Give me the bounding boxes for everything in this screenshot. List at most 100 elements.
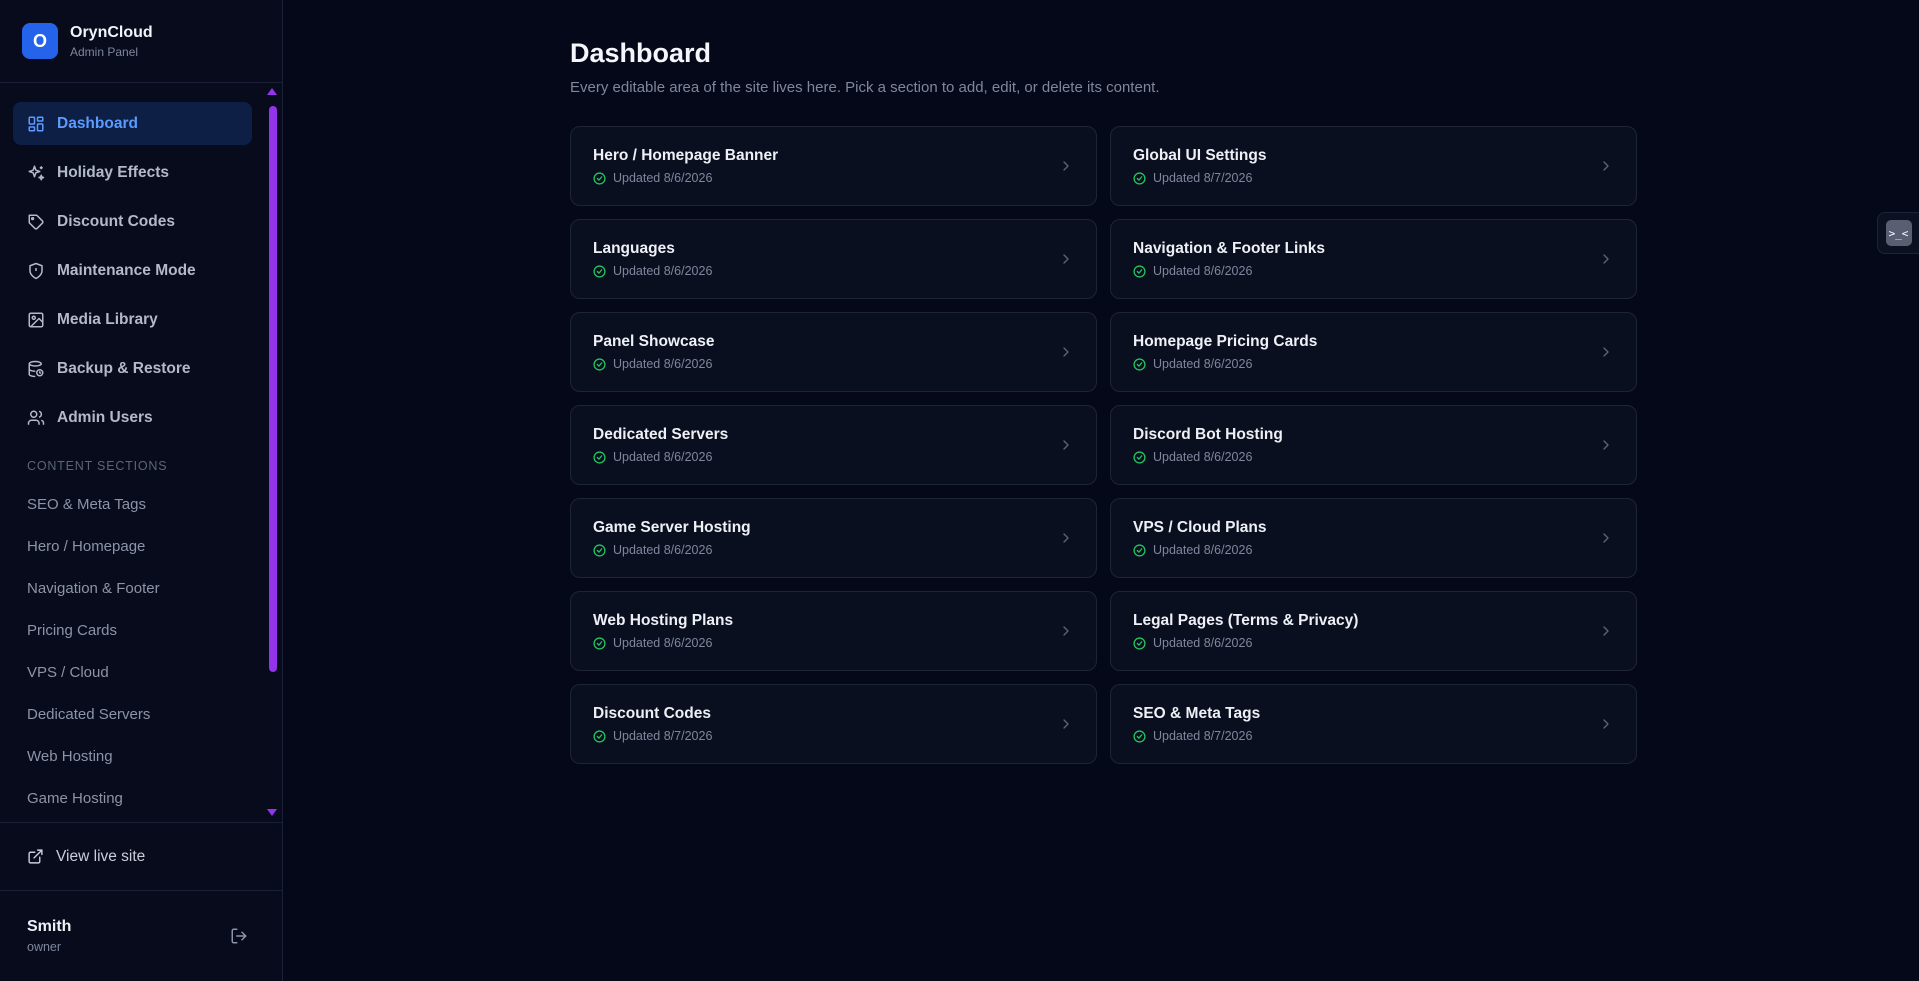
section-card[interactable]: Hero / Homepage Banner Updated 8/6/2026 bbox=[570, 126, 1097, 206]
sidebar-item-dashboard[interactable]: Dashboard bbox=[13, 102, 252, 145]
section-card-meta: Updated 8/6/2026 bbox=[1133, 636, 1358, 650]
section-card[interactable]: Panel Showcase Updated 8/6/2026 bbox=[570, 312, 1097, 392]
section-card[interactable]: Dedicated Servers Updated 8/6/2026 bbox=[570, 405, 1097, 485]
sidebar-item-label: Maintenance Mode bbox=[57, 261, 196, 279]
external-link-icon bbox=[27, 848, 44, 865]
logout-icon[interactable] bbox=[230, 927, 248, 945]
section-card-title: Web Hosting Plans bbox=[593, 612, 734, 629]
users-icon bbox=[27, 409, 45, 427]
section-card-updated: Updated 8/6/2026 bbox=[1153, 357, 1253, 371]
chevron-right-icon bbox=[1598, 251, 1614, 267]
section-card[interactable]: Game Server Hosting Updated 8/6/2026 bbox=[570, 498, 1097, 578]
sidebar-scroll-area: Dashboard Holiday Effects Discount Codes Ma… bbox=[0, 83, 282, 822]
user-role: owner bbox=[27, 940, 62, 954]
section-card-meta: Updated 8/6/2026 bbox=[593, 636, 733, 650]
sidebar-item-label: Holiday Effects bbox=[57, 163, 169, 181]
section-card-title: Global UI Settings bbox=[1133, 147, 1267, 164]
content-section-item[interactable]: VPS / Cloud bbox=[0, 651, 282, 693]
check-circle-icon bbox=[1133, 171, 1146, 185]
scrollbar-thumb[interactable] bbox=[269, 106, 277, 672]
section-card[interactable]: Web Hosting Plans Updated 8/6/2026 bbox=[570, 591, 1097, 671]
check-circle-icon bbox=[593, 543, 606, 557]
sidebar-item-maintenance-mode[interactable]: Maintenance Mode bbox=[13, 249, 252, 292]
page-title: Dashboard bbox=[570, 38, 712, 68]
section-card-title: Languages bbox=[593, 240, 675, 257]
section-card[interactable]: VPS / Cloud Plans Updated 8/6/2026 bbox=[1110, 498, 1637, 578]
brand-header[interactable]: O OrynCloud Admin Panel bbox=[0, 0, 282, 83]
content-section-item[interactable]: Discord Bots bbox=[0, 819, 282, 822]
check-circle-icon bbox=[1133, 636, 1146, 650]
view-live-site-link[interactable]: View live site bbox=[0, 823, 282, 891]
section-card-title: Legal Pages (Terms & Privacy) bbox=[1133, 612, 1359, 629]
section-card-meta: Updated 8/6/2026 bbox=[1133, 543, 1267, 557]
section-card-text: Legal Pages (Terms & Privacy) Updated 8/6… bbox=[1133, 612, 1358, 650]
sidebar-footer: View live site Smith owner bbox=[0, 822, 282, 981]
chevron-right-icon bbox=[1598, 716, 1614, 732]
chevron-right-icon bbox=[1058, 623, 1074, 639]
sidebar-item-label: Media Library bbox=[57, 310, 158, 328]
floating-widget-button[interactable]: >_< bbox=[1877, 212, 1919, 254]
section-card[interactable]: Navigation & Footer Links Updated 8/6/202… bbox=[1110, 219, 1637, 299]
section-card-meta: Updated 8/7/2026 bbox=[1133, 729, 1260, 743]
section-card-title: VPS / Cloud Plans bbox=[1133, 519, 1267, 536]
section-card-meta: Updated 8/6/2026 bbox=[1133, 264, 1325, 278]
sidebar-item-holiday-effects[interactable]: Holiday Effects bbox=[13, 151, 252, 194]
brand-logo: O bbox=[22, 23, 58, 59]
section-card-text: Discord Bot Hosting Updated 8/6/2026 bbox=[1133, 426, 1283, 464]
chevron-right-icon bbox=[1598, 158, 1614, 174]
section-card-updated: Updated 8/6/2026 bbox=[613, 636, 713, 650]
section-card-text: SEO & Meta Tags Updated 8/7/2026 bbox=[1133, 705, 1260, 743]
section-card-updated: Updated 8/6/2026 bbox=[613, 450, 713, 464]
content-section-item[interactable]: Web Hosting bbox=[0, 735, 282, 777]
check-circle-icon bbox=[593, 171, 606, 185]
section-card-text: Panel Showcase Updated 8/6/2026 bbox=[593, 333, 714, 371]
chevron-right-icon bbox=[1058, 716, 1074, 732]
scroll-down-arrow[interactable] bbox=[267, 809, 277, 816]
sidebar-item-media-library[interactable]: Media Library bbox=[13, 298, 252, 341]
scroll-up-arrow[interactable] bbox=[267, 88, 277, 95]
sidebar-item-discount-codes[interactable]: Discount Codes bbox=[13, 200, 252, 243]
sidebar-item-backup-restore[interactable]: Backup & Restore bbox=[13, 347, 252, 390]
content-section-item[interactable]: Navigation & Footer bbox=[0, 567, 282, 609]
content-section-item[interactable]: Hero / Homepage bbox=[0, 525, 282, 567]
content-section-item[interactable]: Dedicated Servers bbox=[0, 693, 282, 735]
view-live-site-label: View live site bbox=[56, 847, 146, 865]
sidebar-item-admin-users[interactable]: Admin Users bbox=[13, 396, 252, 439]
section-card[interactable]: SEO & Meta Tags Updated 8/7/2026 bbox=[1110, 684, 1637, 764]
brand-name: OrynCloud bbox=[70, 23, 153, 41]
section-card[interactable]: Discord Bot Hosting Updated 8/6/2026 bbox=[1110, 405, 1637, 485]
content-sections-label: Content Sections bbox=[27, 459, 168, 473]
chevron-right-icon bbox=[1058, 251, 1074, 267]
section-card-updated: Updated 8/6/2026 bbox=[613, 171, 713, 185]
section-card-text: Hero / Homepage Banner Updated 8/6/2026 bbox=[593, 147, 778, 185]
section-card-meta: Updated 8/6/2026 bbox=[1133, 450, 1283, 464]
chevron-right-icon bbox=[1058, 158, 1074, 174]
brand-subtitle: Admin Panel bbox=[70, 44, 139, 59]
section-card[interactable]: Global UI Settings Updated 8/7/2026 bbox=[1110, 126, 1637, 206]
chevron-right-icon bbox=[1058, 437, 1074, 453]
section-card[interactable]: Homepage Pricing Cards Updated 8/6/2026 bbox=[1110, 312, 1637, 392]
check-circle-icon bbox=[1133, 729, 1146, 743]
sidebar-item-label: Backup & Restore bbox=[57, 359, 191, 377]
section-card[interactable]: Discount Codes Updated 8/7/2026 bbox=[570, 684, 1097, 764]
section-card-meta: Updated 8/6/2026 bbox=[593, 357, 714, 371]
section-card-updated: Updated 8/6/2026 bbox=[613, 543, 713, 557]
dashboard-grid-icon bbox=[27, 115, 45, 133]
content-section-item[interactable]: Pricing Cards bbox=[0, 609, 282, 651]
section-card[interactable]: Languages Updated 8/6/2026 bbox=[570, 219, 1097, 299]
check-circle-icon bbox=[593, 264, 606, 278]
section-card-text: Game Server Hosting Updated 8/6/2026 bbox=[593, 519, 751, 557]
section-card-updated: Updated 8/7/2026 bbox=[1153, 171, 1253, 185]
content-section-item[interactable]: Game Hosting bbox=[0, 777, 282, 819]
section-card-text: Global UI Settings Updated 8/7/2026 bbox=[1133, 147, 1266, 185]
sidebar-item-label: Discount Codes bbox=[57, 212, 175, 230]
section-card-title: SEO & Meta Tags bbox=[1133, 705, 1261, 722]
chevron-right-icon bbox=[1598, 437, 1614, 453]
section-card-title: Navigation & Footer Links bbox=[1133, 240, 1326, 257]
shield-icon bbox=[27, 262, 45, 280]
sidebar: O OrynCloud Admin Panel Dashboard Holiday… bbox=[0, 0, 283, 981]
user-name: Smith bbox=[27, 918, 72, 935]
check-circle-icon bbox=[1133, 543, 1146, 557]
content-section-item[interactable]: SEO & Meta Tags bbox=[0, 483, 282, 525]
section-card[interactable]: Legal Pages (Terms & Privacy) Updated 8/6… bbox=[1110, 591, 1637, 671]
